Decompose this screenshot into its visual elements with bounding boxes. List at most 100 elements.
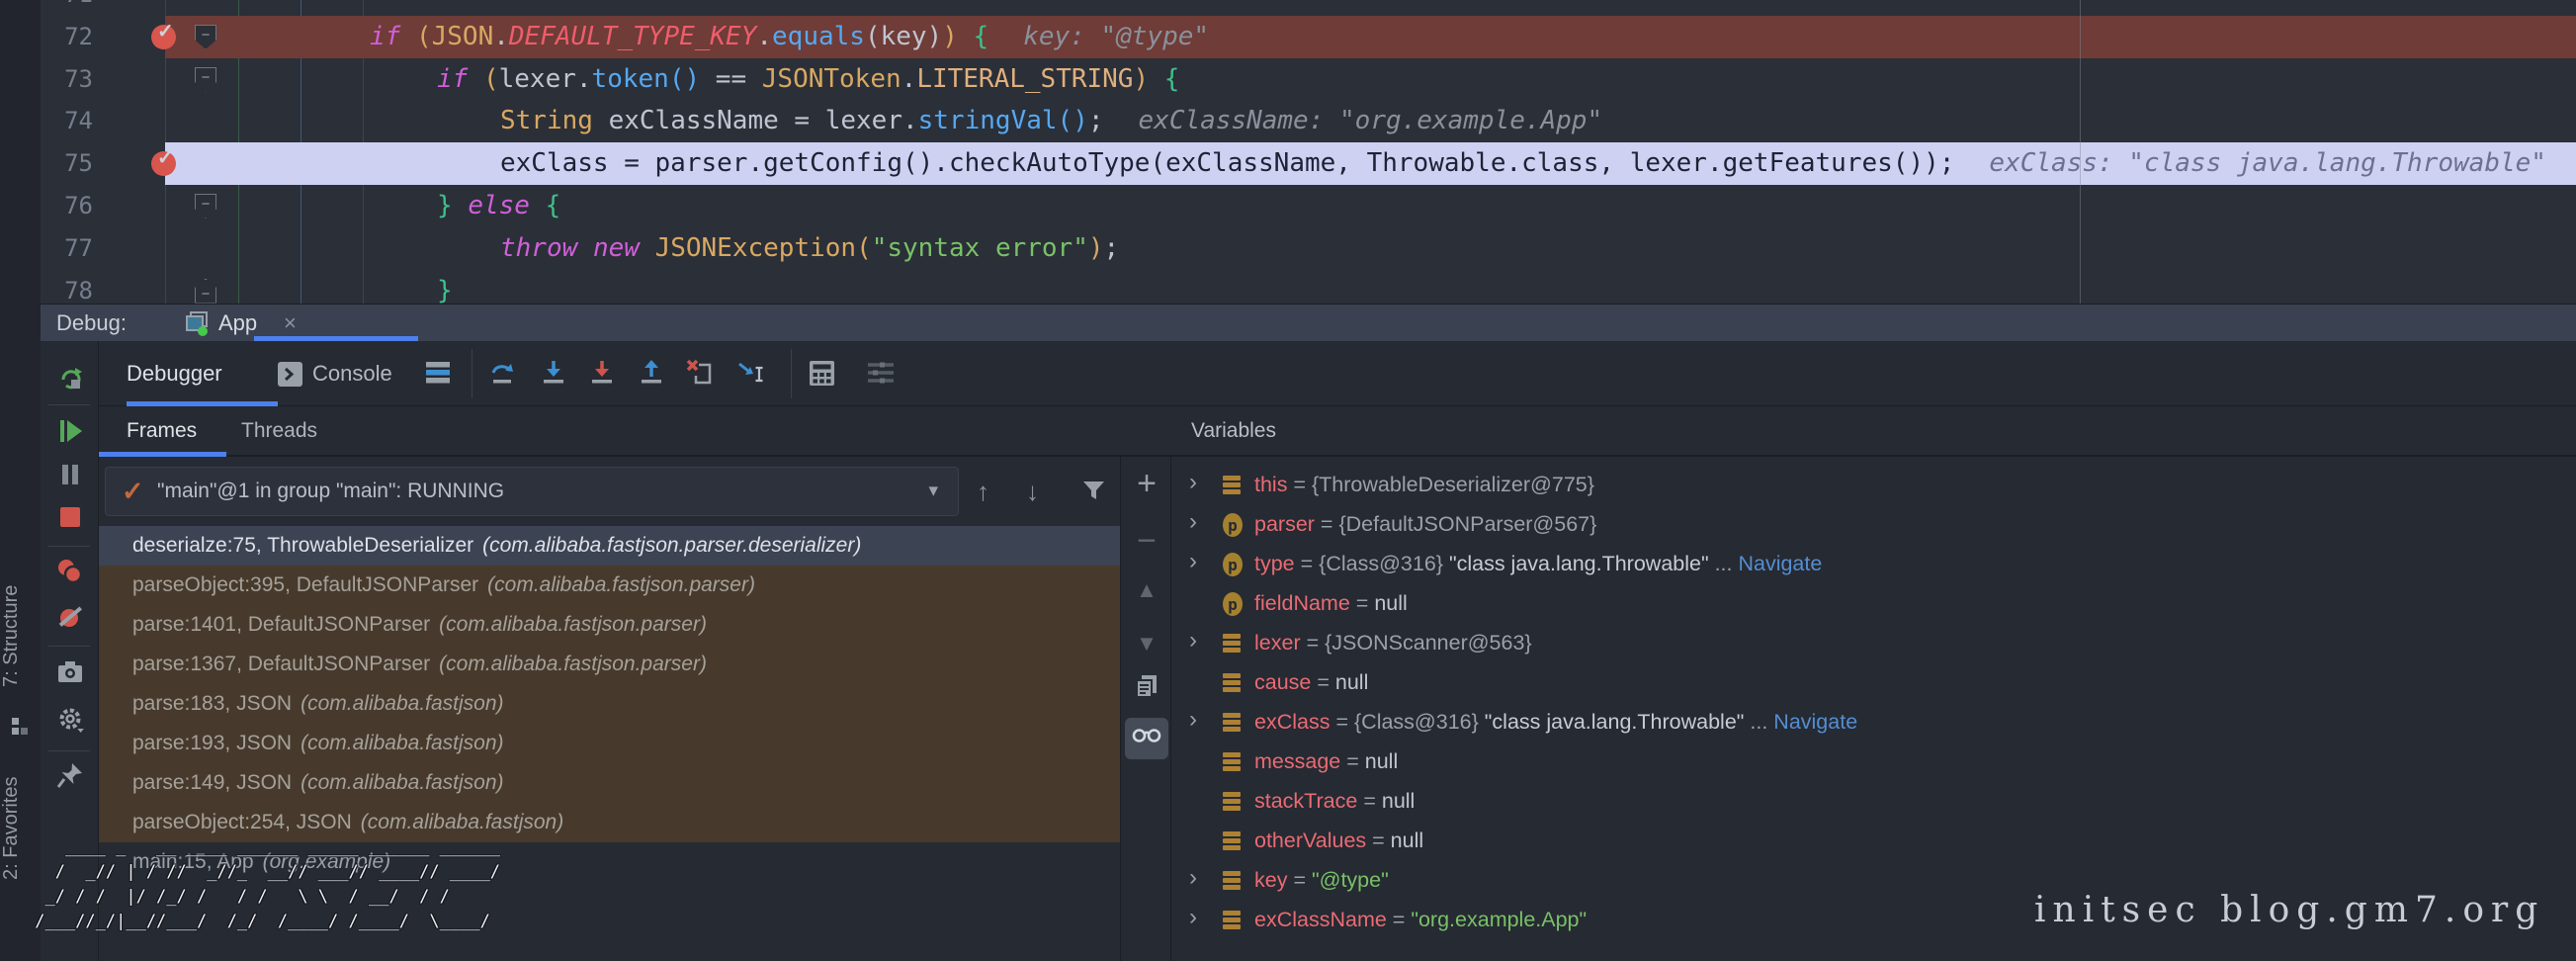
editor-line-72[interactable]: 72✓−if (JSON.DEFAULT_TYPE_KEY.equals(key… bbox=[41, 16, 2576, 58]
show-watches-toggle[interactable] bbox=[1125, 718, 1168, 759]
move-watch-down-button[interactable]: ▼ bbox=[1121, 631, 1172, 656]
expand-chevron-icon[interactable]: › bbox=[1189, 463, 1197, 502]
fold-marker[interactable]: − bbox=[195, 194, 216, 218]
inline-debugger-hint: exClassName: "org.example.App" bbox=[1139, 106, 1603, 135]
new-watch-button[interactable]: + bbox=[1121, 465, 1172, 503]
editor-line-73[interactable]: 73 − if (lexer.token() == JSONToken.LITERA… bbox=[41, 58, 2576, 101]
expand-chevron-icon[interactable]: › bbox=[1189, 542, 1197, 581]
view-options-icon[interactable] bbox=[865, 358, 895, 388]
variable-row[interactable]: stackTrace = null bbox=[1171, 781, 2576, 821]
fold-marker[interactable]: − bbox=[195, 279, 216, 304]
stack-frame-row[interactable]: parse:149, JSON(com.alibaba.fastjson) bbox=[99, 763, 1120, 803]
code-editor[interactable]: 7172✓−if (JSON.DEFAULT_TYPE_KEY.equals(k… bbox=[41, 0, 2576, 304]
expand-chevron-icon[interactable]: › bbox=[1189, 898, 1197, 937]
sidebar-item-structure[interactable]: 7: Structure bbox=[0, 562, 41, 710]
stack-frame-row[interactable]: parseObject:395, DefaultJSONParser(com.a… bbox=[99, 566, 1120, 605]
code-text[interactable]: if (lexer.token() == JSONToken.LITERAL_S… bbox=[437, 58, 1179, 101]
code-token: DEFAULT_TYPE_KEY bbox=[509, 22, 756, 51]
stack-frame-row[interactable]: deserialze:75, ThrowableDeserializer(com… bbox=[99, 526, 1120, 566]
line-number[interactable]: 74 bbox=[53, 100, 93, 142]
tab-threads[interactable]: Threads bbox=[241, 406, 317, 456]
expand-chevron-icon[interactable]: › bbox=[1189, 621, 1197, 660]
variable-row[interactable]: ›exClass = {Class@316} "class java.lang.… bbox=[1171, 702, 2576, 742]
next-frame-button[interactable]: ↓ bbox=[1026, 467, 1039, 516]
tab-console[interactable]: Console bbox=[312, 341, 392, 405]
force-step-into-button[interactable] bbox=[587, 358, 617, 388]
field-icon bbox=[1221, 868, 1243, 892]
rerun-button[interactable] bbox=[55, 364, 85, 393]
variable-row[interactable]: cause = null bbox=[1171, 662, 2576, 702]
tab-debugger[interactable]: Debugger bbox=[127, 341, 222, 405]
variable-value: {DefaultJSONParser@567} bbox=[1338, 512, 1596, 536]
expand-chevron-icon[interactable]: › bbox=[1189, 858, 1197, 898]
step-out-button[interactable] bbox=[637, 358, 666, 388]
editor-line-71[interactable]: 71 bbox=[41, 0, 2576, 16]
variable-row[interactable]: message = null bbox=[1171, 742, 2576, 781]
variable-value: "@type" bbox=[1312, 868, 1389, 892]
line-number[interactable]: 76 bbox=[53, 185, 93, 227]
previous-frame-button[interactable]: ↑ bbox=[977, 467, 989, 516]
editor-line-74[interactable]: 74 String exClassName = lexer.stringVal()… bbox=[41, 100, 2576, 142]
breakpoint-icon[interactable]: ✓ bbox=[151, 151, 176, 176]
chevron-down-icon: ▾ bbox=[928, 468, 938, 515]
tab-frames[interactable]: Frames bbox=[127, 406, 197, 456]
variable-row[interactable]: otherValues = null bbox=[1171, 821, 2576, 860]
expand-chevron-icon[interactable]: › bbox=[1189, 502, 1197, 542]
debug-session-tab[interactable]: App × bbox=[139, 305, 337, 341]
code-text[interactable]: } else { bbox=[437, 185, 560, 227]
fold-marker[interactable]: − bbox=[195, 67, 216, 92]
navigate-link[interactable]: Navigate bbox=[1773, 710, 1857, 734]
editor-line-76[interactable]: 76 − } else { bbox=[41, 185, 2576, 227]
run-to-cursor-button[interactable] bbox=[736, 358, 766, 388]
line-number[interactable]: 71 bbox=[53, 0, 93, 16]
variable-row[interactable]: ›lexer = {JSONScanner@563} bbox=[1171, 623, 2576, 662]
evaluate-expression-button[interactable] bbox=[807, 358, 836, 388]
filter-frames-icon[interactable] bbox=[1080, 478, 1107, 527]
resume-button[interactable] bbox=[55, 416, 85, 446]
variable-row[interactable]: pfieldName = null bbox=[1171, 583, 2576, 623]
copy-watch-icon[interactable] bbox=[1121, 672, 1172, 700]
param-icon: p bbox=[1221, 591, 1245, 617]
step-into-button[interactable] bbox=[539, 358, 568, 388]
stack-frame-row[interactable]: parse:183, JSON(com.alibaba.fastjson) bbox=[99, 684, 1120, 724]
navigate-link[interactable]: Navigate bbox=[1738, 552, 1822, 575]
stack-frame-row[interactable]: parse:193, JSON(com.alibaba.fastjson) bbox=[99, 724, 1120, 763]
line-number[interactable]: 78 bbox=[53, 270, 93, 305]
layout-settings-icon[interactable] bbox=[423, 358, 453, 388]
drop-frame-button[interactable] bbox=[685, 358, 715, 388]
stack-frames-list: deserialze:75, ThrowableDeserializer(com… bbox=[99, 526, 1120, 882]
view-breakpoints-button[interactable] bbox=[55, 557, 85, 586]
line-number[interactable]: 72 bbox=[53, 16, 93, 58]
mute-breakpoints-button[interactable] bbox=[55, 602, 85, 632]
line-number[interactable]: 73 bbox=[53, 58, 93, 101]
step-over-button[interactable] bbox=[489, 358, 519, 388]
editor-line-75[interactable]: 75 ✓ exClass = parser.getConfig().checkAut… bbox=[41, 142, 2576, 185]
separator bbox=[48, 646, 90, 647]
line-number[interactable]: 75 bbox=[53, 142, 93, 185]
settings-gear-button[interactable] bbox=[55, 705, 85, 735]
code-text[interactable]: } bbox=[437, 270, 453, 305]
thread-selector-dropdown[interactable]: ✓ "main"@1 in group "main": RUNNING ▾ bbox=[105, 467, 959, 516]
variable-row[interactable]: ›this = {ThrowableDeserializer@775} bbox=[1171, 465, 2576, 504]
frame-method: parse:193, JSON bbox=[132, 732, 292, 754]
editor-line-78[interactable]: 78 −} bbox=[41, 270, 2576, 305]
thread-dump-camera-button[interactable] bbox=[55, 657, 85, 687]
remove-watch-button[interactable]: − bbox=[1121, 522, 1172, 561]
move-watch-up-button[interactable]: ▲ bbox=[1121, 577, 1172, 603]
code-text[interactable]: throw new JSONException("syntax error"); bbox=[500, 227, 1119, 270]
breakpoint-icon[interactable]: ✓ bbox=[151, 25, 176, 49]
code-text[interactable]: exClass = parser.getConfig().checkAutoTy… bbox=[500, 142, 2546, 185]
variable-row[interactable]: ›ptype = {Class@316} "class java.lang.Th… bbox=[1171, 544, 2576, 583]
expand-chevron-icon[interactable]: › bbox=[1189, 700, 1197, 740]
variable-name-and-value: exClassName = "org.example.App" bbox=[1254, 900, 1587, 939]
code-text[interactable]: if (JSON.DEFAULT_TYPE_KEY.equals(key)) {… bbox=[370, 16, 1209, 58]
editor-line-77[interactable]: 77 throw new JSONException("syntax error"… bbox=[41, 227, 2576, 270]
pause-button[interactable] bbox=[55, 460, 85, 489]
stack-frame-row[interactable]: parse:1367, DefaultJSONParser(com.alibab… bbox=[99, 645, 1120, 684]
stop-button[interactable] bbox=[55, 502, 85, 532]
variable-row[interactable]: ›pparser = {DefaultJSONParser@567} bbox=[1171, 504, 2576, 544]
line-number[interactable]: 77 bbox=[53, 227, 93, 270]
pin-tab-button[interactable] bbox=[55, 760, 85, 790]
code-text[interactable]: String exClassName = lexer.stringVal();e… bbox=[500, 100, 1602, 142]
stack-frame-row[interactable]: parse:1401, DefaultJSONParser(com.alibab… bbox=[99, 605, 1120, 645]
